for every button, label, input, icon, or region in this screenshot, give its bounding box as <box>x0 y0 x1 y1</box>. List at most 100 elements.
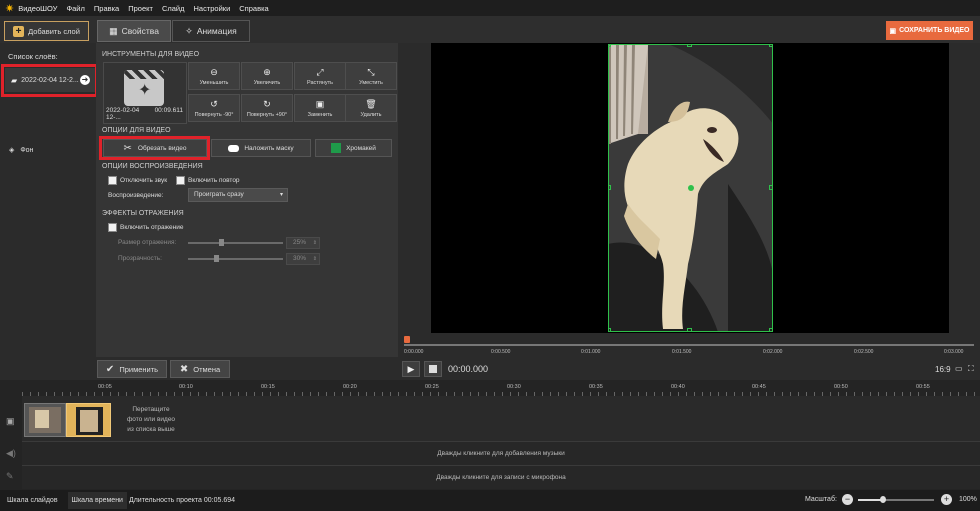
playback-select[interactable]: Проиграть сразу ▾ <box>188 188 288 202</box>
paint-bucket-icon: ◈ <box>9 147 15 154</box>
checkbox-box[interactable] <box>108 223 117 232</box>
music-track[interactable]: Дважды кликните для добавления музыки <box>22 441 980 465</box>
chroma-key-button[interactable]: Хромакей <box>315 139 392 157</box>
current-time: 00:00.000 <box>448 364 489 374</box>
chroma-key-icon <box>331 143 342 153</box>
tab-slides[interactable]: Шкала слайдов <box>7 497 58 504</box>
replace-icon: ▣ <box>315 98 325 109</box>
rotate-left-button[interactable]: ↺ Повернуть -90° <box>188 94 240 122</box>
reflection-size-knob[interactable] <box>219 239 224 246</box>
timeline-slide[interactable] <box>24 403 66 437</box>
tab-animation[interactable]: ✧ Анимация <box>172 20 250 42</box>
tab-timeline[interactable]: Шкала времени <box>67 492 127 509</box>
reflection-checkbox[interactable]: Включить отражение <box>108 223 183 232</box>
rotate-left-label: Повернуть -90° <box>194 111 234 118</box>
layers-title: Список слоёв: <box>8 52 58 61</box>
fit-button[interactable]: ⤡ Уместить <box>345 62 397 90</box>
apply-mask-button[interactable]: Наложить маску <box>211 139 311 157</box>
apply-label: Применить <box>119 364 159 374</box>
save-video-button[interactable]: ▣ СОХРАНИТЬ ВИДЕО <box>886 21 973 40</box>
resize-handle[interactable] <box>687 328 692 332</box>
timeline-tick: 00:45 <box>752 384 766 390</box>
play-button[interactable]: ▶ <box>402 361 420 377</box>
timeline-tick: 00:30 <box>507 384 521 390</box>
reflection-label: Включить отражение <box>120 224 184 231</box>
timeline-tick: 00:20 <box>343 384 357 390</box>
checkbox-box[interactable] <box>108 176 117 185</box>
delete-button[interactable]: 🗑 Удалить <box>345 94 397 122</box>
mute-checkbox[interactable]: Отключить звук <box>108 176 167 185</box>
transparency-slider[interactable] <box>188 258 283 260</box>
resize-handle[interactable] <box>608 328 611 332</box>
transparency-spinner[interactable]: 30% ⇕ <box>286 253 320 265</box>
film-icon: ▣ <box>889 27 897 35</box>
replace-button[interactable]: ▣ Заменить <box>294 94 346 122</box>
aspect-ratio[interactable]: 16:9 <box>935 365 951 374</box>
apply-button[interactable]: ✔ Применить <box>97 360 167 378</box>
resize-handle[interactable] <box>769 185 773 190</box>
spinner-arrows-icon: ⇕ <box>312 240 317 246</box>
clapperboard-icon: ✦ <box>124 70 164 106</box>
video-options-title: ОПЦИИ ДЛЯ ВИДЕО <box>102 127 171 134</box>
transparency-knob[interactable] <box>214 255 219 262</box>
tab-properties[interactable]: ▦ Свойства <box>97 20 171 42</box>
resize-handle[interactable] <box>769 44 773 47</box>
video-thumbnail: ✦ 2022-02-04 12-... 00:09.611 <box>103 62 187 124</box>
zoom-in-icon: ⊕ <box>263 66 271 77</box>
rotate-right-button[interactable]: ↻ Повернуть +90° <box>241 94 293 122</box>
status-bar: Шкала слайдов Шкала времени Длительность… <box>0 490 980 511</box>
menu-project[interactable]: Проект <box>128 4 153 13</box>
chevron-down-icon: ▾ <box>279 192 283 198</box>
app-name: ВидеоШОУ <box>18 3 58 13</box>
app-logo-icon: ✷ <box>5 2 15 15</box>
loop-checkbox[interactable]: Включить повтор <box>176 176 240 185</box>
ruler-tick: 0:01.500 <box>672 349 692 355</box>
resize-handle[interactable] <box>769 328 773 332</box>
mic-track[interactable]: Дважды кликните для записи с микрофона <box>22 465 980 489</box>
resize-handle[interactable] <box>608 185 611 190</box>
reflection-size-value: 25% <box>293 239 307 246</box>
speaker-icon: ◀) <box>6 448 16 458</box>
music-hint: Дважды кликните для добавления музыки <box>437 450 565 457</box>
fit-icon: ⤡ <box>367 66 375 77</box>
loop-label: Включить повтор <box>188 177 240 184</box>
zoom-in-button[interactable]: ⊕ Увеличить <box>241 62 293 90</box>
check-icon: ✔ <box>105 363 115 375</box>
spinner-arrows-icon: ⇕ <box>312 256 317 262</box>
tab-animation-label: Анимация <box>196 26 237 36</box>
resize-handle[interactable] <box>687 44 692 47</box>
zoom-in-icon[interactable]: + <box>941 494 952 505</box>
playback-select-value: Проиграть сразу <box>194 191 244 198</box>
cancel-button[interactable]: ✖ Отмена <box>170 360 230 378</box>
center-point[interactable] <box>688 185 694 191</box>
reflection-size-spinner[interactable]: 25% ⇕ <box>286 237 320 249</box>
timeline-slide-selected[interactable] <box>66 403 111 437</box>
menu-help[interactable]: Справка <box>239 4 268 13</box>
video-frame[interactable] <box>608 44 773 332</box>
thumbnail-name: 2022-02-04 12-... <box>106 107 140 121</box>
layer-item-background[interactable]: ◈ Фон <box>9 146 33 154</box>
reflection-size-slider[interactable] <box>188 242 283 244</box>
zoom-out-icon[interactable]: − <box>842 494 853 505</box>
checkbox-box[interactable] <box>176 176 185 185</box>
tab-properties-label: Свойства <box>121 26 159 36</box>
menu-edit[interactable]: Правка <box>94 4 119 13</box>
ruler-track <box>404 344 974 346</box>
replace-label: Заменить <box>307 111 333 118</box>
add-layer-button[interactable]: + Добавить слой <box>4 21 89 41</box>
zoom-out-button[interactable]: ⊖ Уменьшить <box>188 62 240 90</box>
stop-button[interactable] <box>424 361 442 377</box>
zoom-label: Масштаб: <box>805 496 837 503</box>
video-track-icon: ▣ <box>6 416 15 426</box>
menu-file[interactable]: Файл <box>66 4 84 13</box>
reflection-size-label: Размер отражения: <box>118 239 177 246</box>
fullscreen-icon[interactable]: ⛶ <box>968 364 974 374</box>
stretch-button[interactable]: ⤢ Растянуть <box>294 62 346 90</box>
menu-settings[interactable]: Настройки <box>193 4 230 13</box>
menu-slide[interactable]: Слайд <box>162 4 185 13</box>
zoom-slider-knob[interactable] <box>880 496 887 503</box>
screen-icon[interactable]: ▭ <box>955 364 963 373</box>
playhead-marker[interactable] <box>404 336 410 343</box>
timeline-tick: 00:35 <box>589 384 603 390</box>
resize-handle[interactable] <box>608 44 611 47</box>
